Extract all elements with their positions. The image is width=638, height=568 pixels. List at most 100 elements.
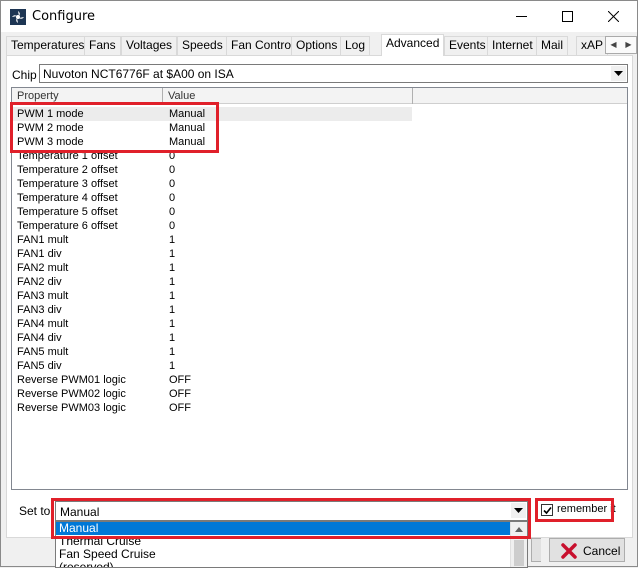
configure-window: Configure Temperatures Fans Voltages Spe…	[0, 0, 638, 568]
ok-button-edge[interactable]	[531, 538, 541, 562]
property-value: OFF	[169, 402, 191, 414]
table-row[interactable]: Temperature 1 offset 0	[12, 149, 627, 163]
table-row[interactable]: FAN4 mult 1	[12, 317, 627, 331]
maximize-button[interactable]	[545, 1, 591, 32]
set-to-option[interactable]: Fan Speed Cruise	[56, 548, 510, 561]
fan-icon	[10, 9, 26, 25]
title-bar: Configure	[1, 1, 637, 32]
scroll-thumb[interactable]	[514, 540, 524, 566]
table-row[interactable]: PWM 2 mode Manual	[12, 121, 627, 135]
set-to-select[interactable]: Manual	[55, 501, 528, 521]
tab-advanced[interactable]: Advanced	[381, 34, 445, 56]
set-to-options: Manual Thermal Cruise Fan Speed Cruise (res…	[56, 522, 527, 567]
tab-fan-control[interactable]: Fan Control	[226, 36, 299, 55]
table-row[interactable]: FAN2 div 1	[12, 275, 627, 289]
tab-xap[interactable]: xAP	[576, 36, 609, 55]
property-value: 1	[169, 276, 176, 288]
property-value: OFF	[169, 388, 191, 400]
property-name: FAN3 div	[17, 304, 62, 316]
remember-checkbox[interactable]: remember it	[538, 501, 616, 519]
tab-log[interactable]: Log	[340, 36, 371, 55]
scroll-up-button[interactable]	[511, 522, 527, 538]
property-name: Reverse PWM01 logic	[17, 374, 126, 386]
remember-label: remember it	[557, 503, 616, 515]
table-row[interactable]: FAN5 mult 1	[12, 345, 627, 359]
property-value: 1	[169, 304, 176, 316]
table-row[interactable]: PWM 3 mode Manual	[12, 135, 627, 149]
property-value: 0	[169, 192, 176, 204]
property-value: 1	[169, 360, 176, 372]
property-value: 1	[169, 346, 176, 358]
table-row[interactable]: PWM 1 mode Manual	[12, 107, 412, 121]
property-name: Reverse PWM03 logic	[17, 402, 126, 414]
property-value: 0	[169, 164, 176, 176]
chip-select-value: Nuvoton NCT6776F at $A00 on ISA	[43, 67, 234, 81]
tab-scroll-left-icon[interactable]: ◀	[606, 37, 621, 53]
table-row[interactable]: FAN3 div 1	[12, 303, 627, 317]
cancel-x-icon	[561, 543, 577, 559]
close-icon	[608, 11, 619, 22]
chevron-down-icon	[614, 71, 623, 76]
property-value: 0	[169, 178, 176, 190]
set-to-options-list: Manual Thermal Cruise Fan Speed Cruise (res…	[55, 521, 528, 568]
property-name: Temperature 4 offset	[17, 192, 118, 204]
table-row[interactable]: Temperature 3 offset 0	[12, 177, 627, 191]
cancel-button[interactable]: Cancel	[549, 538, 625, 562]
tab-events[interactable]: Events	[444, 36, 491, 55]
chip-select[interactable]: Nuvoton NCT6776F at $A00 on ISA	[39, 64, 628, 83]
table-row[interactable]: FAN4 div 1	[12, 331, 627, 345]
property-name: FAN5 div	[17, 360, 62, 372]
property-value: 1	[169, 262, 176, 274]
table-row[interactable]: Temperature 2 offset 0	[12, 163, 627, 177]
property-value: OFF	[169, 374, 191, 386]
table-row[interactable]: FAN1 mult 1	[12, 233, 627, 247]
property-name: FAN5 mult	[17, 346, 69, 358]
property-name: FAN1 mult	[17, 234, 69, 246]
tab-strip: Temperatures Fans Voltages Speeds Fan Co…	[6, 34, 637, 56]
property-name: PWM 3 mode	[17, 136, 84, 148]
set-to-dropdown-button[interactable]	[511, 503, 526, 518]
property-value: Manual	[169, 108, 206, 120]
table-row[interactable]: FAN1 div 1	[12, 247, 627, 261]
property-list[interactable]: Property Value PWM 1 mode Manual PWM 2 mod…	[11, 87, 628, 490]
column-header-value[interactable]: Value	[163, 88, 413, 104]
property-name: Reverse PWM02 logic	[17, 388, 126, 400]
property-value: 0	[169, 220, 176, 232]
table-row[interactable]: Temperature 5 offset 0	[12, 205, 627, 219]
property-value: 0	[169, 206, 176, 218]
table-row[interactable]: Temperature 4 offset 0	[12, 191, 627, 205]
remember-checkbox-box[interactable]	[541, 504, 553, 516]
close-button[interactable]	[591, 1, 637, 32]
table-row[interactable]: Reverse PWM03 logic OFF	[12, 401, 627, 415]
tab-options[interactable]: Options	[291, 36, 343, 55]
options-scrollbar[interactable]	[510, 522, 527, 567]
chip-dropdown-button[interactable]	[611, 66, 626, 81]
property-value: 1	[169, 290, 176, 302]
property-name: Temperature 2 offset	[17, 164, 118, 176]
table-row[interactable]: FAN5 div 1	[12, 359, 627, 373]
chevron-down-icon	[514, 508, 523, 513]
cancel-label: Cancel	[583, 544, 621, 558]
minimize-button[interactable]	[499, 1, 545, 32]
tab-temperatures[interactable]: Temperatures	[6, 36, 90, 55]
chevron-up-icon	[515, 527, 523, 532]
table-row[interactable]: Temperature 6 offset 0	[12, 219, 627, 233]
property-name: PWM 2 mode	[17, 122, 84, 134]
tab-scroll-right-icon[interactable]: ▶	[621, 37, 636, 53]
tab-speeds[interactable]: Speeds	[177, 36, 228, 55]
property-value: Manual	[169, 122, 206, 134]
tab-internet[interactable]: Internet	[487, 36, 538, 55]
tab-mail[interactable]: Mail	[536, 36, 569, 55]
table-row[interactable]: FAN2 mult 1	[12, 261, 627, 275]
tab-fans[interactable]: Fans	[84, 36, 121, 55]
tab-voltages[interactable]: Voltages	[121, 36, 178, 55]
chip-label: Chip	[12, 68, 37, 82]
table-row[interactable]: Reverse PWM01 logic OFF	[12, 373, 627, 387]
minimize-icon	[516, 16, 527, 17]
set-to-value: Manual	[60, 505, 100, 519]
property-value: Manual	[169, 136, 206, 148]
table-row[interactable]: FAN3 mult 1	[12, 289, 627, 303]
table-row[interactable]: Reverse PWM02 logic OFF	[12, 387, 627, 401]
property-value: 1	[169, 234, 176, 246]
column-header-property[interactable]: Property	[12, 88, 163, 104]
